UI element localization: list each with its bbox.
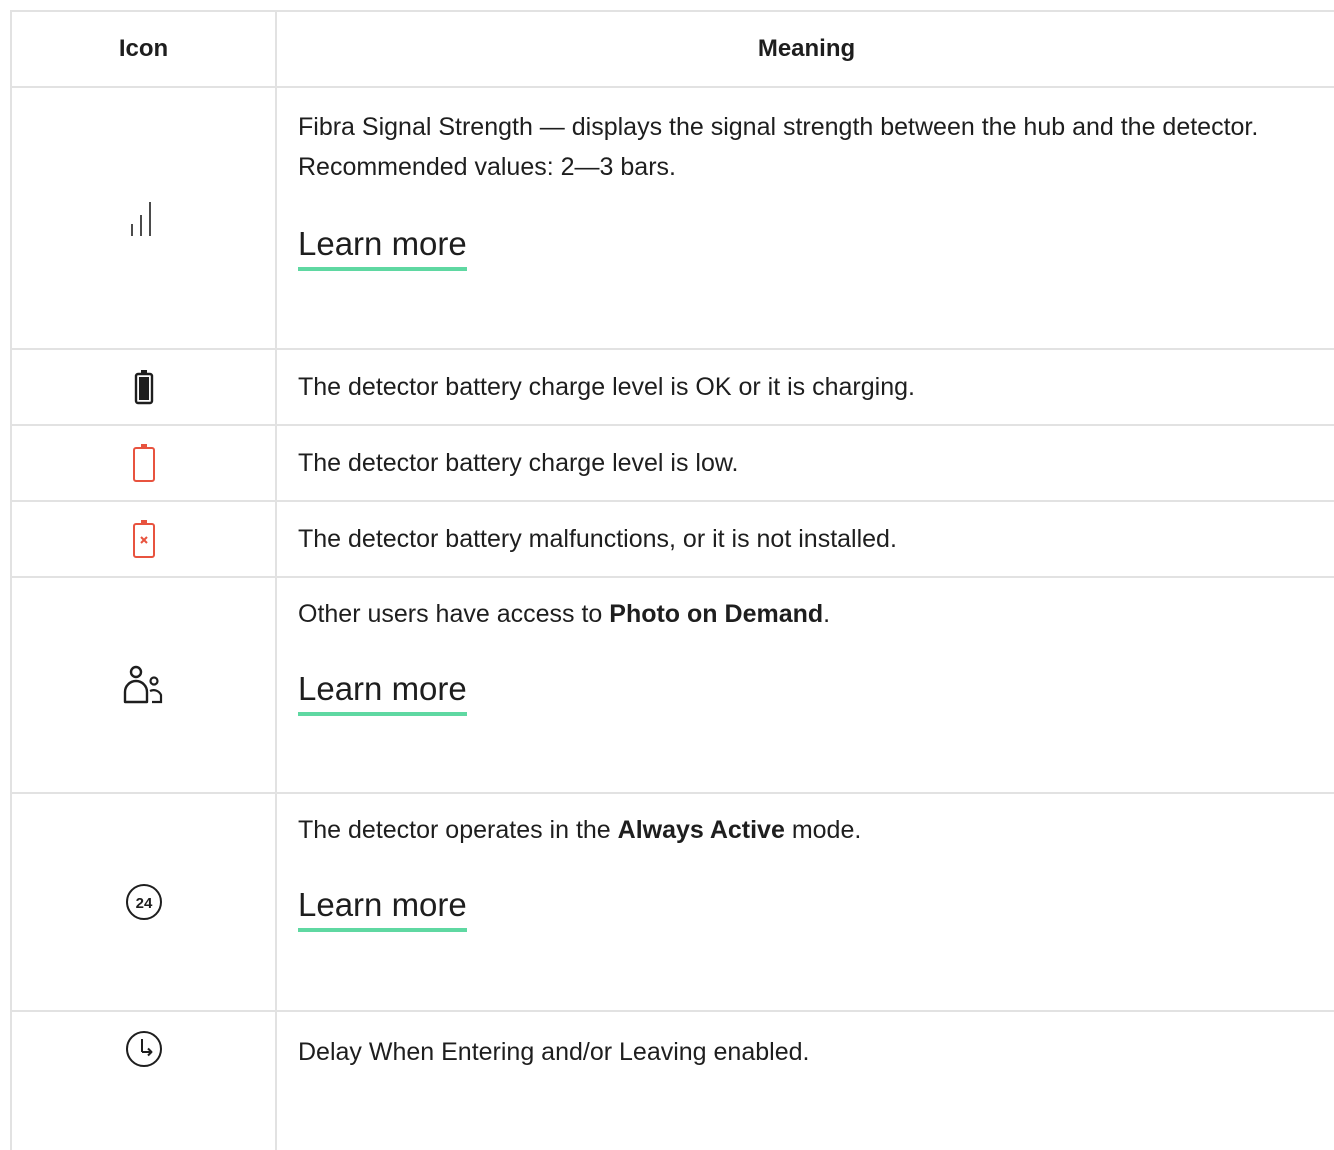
meaning-cell: The detector battery malfunctions, or it… (277, 502, 1334, 576)
table-row: Delay When Entering and/or Leaving enabl… (12, 1012, 1334, 1150)
header-icon-column: Icon (12, 12, 277, 86)
icon-cell (12, 88, 277, 348)
icon-cell (12, 578, 277, 792)
always-active-24-label: 24 (135, 895, 152, 912)
battery-malfunction-icon (132, 519, 156, 559)
meaning-text-after: . (823, 600, 831, 628)
always-active-24-icon: 24 (124, 882, 164, 922)
meaning-cell: The detector battery charge level is low… (277, 426, 1334, 500)
meaning-text: The detector battery charge level is OK … (298, 373, 915, 401)
meaning-text-bold: Always Active (617, 816, 785, 844)
meaning-text-before: The detector operates in the (298, 816, 618, 844)
users-access-icon (122, 665, 166, 705)
meaning-text: Delay When Entering and/or Leaving enabl… (298, 1038, 810, 1066)
icon-cell (12, 1012, 277, 1150)
table-row: The detector battery charge level is OK … (12, 350, 1334, 426)
learn-more-link[interactable]: Learn more (298, 224, 467, 271)
icon-cell: 24 (12, 794, 277, 1010)
meaning-text: The detector battery malfunctions, or it… (298, 525, 897, 553)
table-row: The detector battery malfunctions, or it… (12, 502, 1334, 578)
table-header-row: Icon Meaning (12, 12, 1334, 88)
table-row: The detector battery charge level is low… (12, 426, 1334, 502)
meaning-cell: Fibra Signal Strength — displays the sig… (277, 88, 1334, 348)
meaning-text: Fibra Signal Strength — displays the sig… (298, 113, 1259, 181)
icon-cell (12, 350, 277, 424)
signal-strength-icon (126, 198, 162, 238)
battery-low-icon (132, 443, 156, 483)
table-row: 24 The detector operates in the Always A… (12, 794, 1334, 1012)
icons-table: Icon Meaning Fibra Signal Strength — dis… (10, 10, 1334, 1150)
table-row: Fibra Signal Strength — displays the sig… (12, 88, 1334, 350)
meaning-text: The detector operates in the Always Acti… (298, 810, 1316, 850)
icon-cell (12, 502, 277, 576)
learn-more-link[interactable]: Learn more (298, 885, 467, 932)
delay-clock-icon (124, 1029, 164, 1069)
meaning-text-after: mode. (784, 816, 862, 844)
meaning-cell: Other users have access to Photo on Dema… (277, 578, 1334, 792)
meaning-text-before: Other users have access to (298, 600, 610, 628)
icon-cell (12, 426, 277, 500)
learn-more-link[interactable]: Learn more (298, 669, 467, 716)
meaning-cell: The detector battery charge level is OK … (277, 350, 1334, 424)
table-row: Other users have access to Photo on Dema… (12, 578, 1334, 794)
meaning-text-bold: Photo on Demand (609, 600, 824, 628)
meaning-cell: Delay When Entering and/or Leaving enabl… (277, 1012, 1334, 1150)
meaning-text: The detector battery charge level is low… (298, 449, 739, 477)
meaning-cell: The detector operates in the Always Acti… (277, 794, 1334, 1010)
header-meaning-column: Meaning (757, 35, 856, 62)
battery-ok-icon (134, 369, 154, 405)
meaning-text: Other users have access to Photo on Dema… (298, 594, 1316, 634)
